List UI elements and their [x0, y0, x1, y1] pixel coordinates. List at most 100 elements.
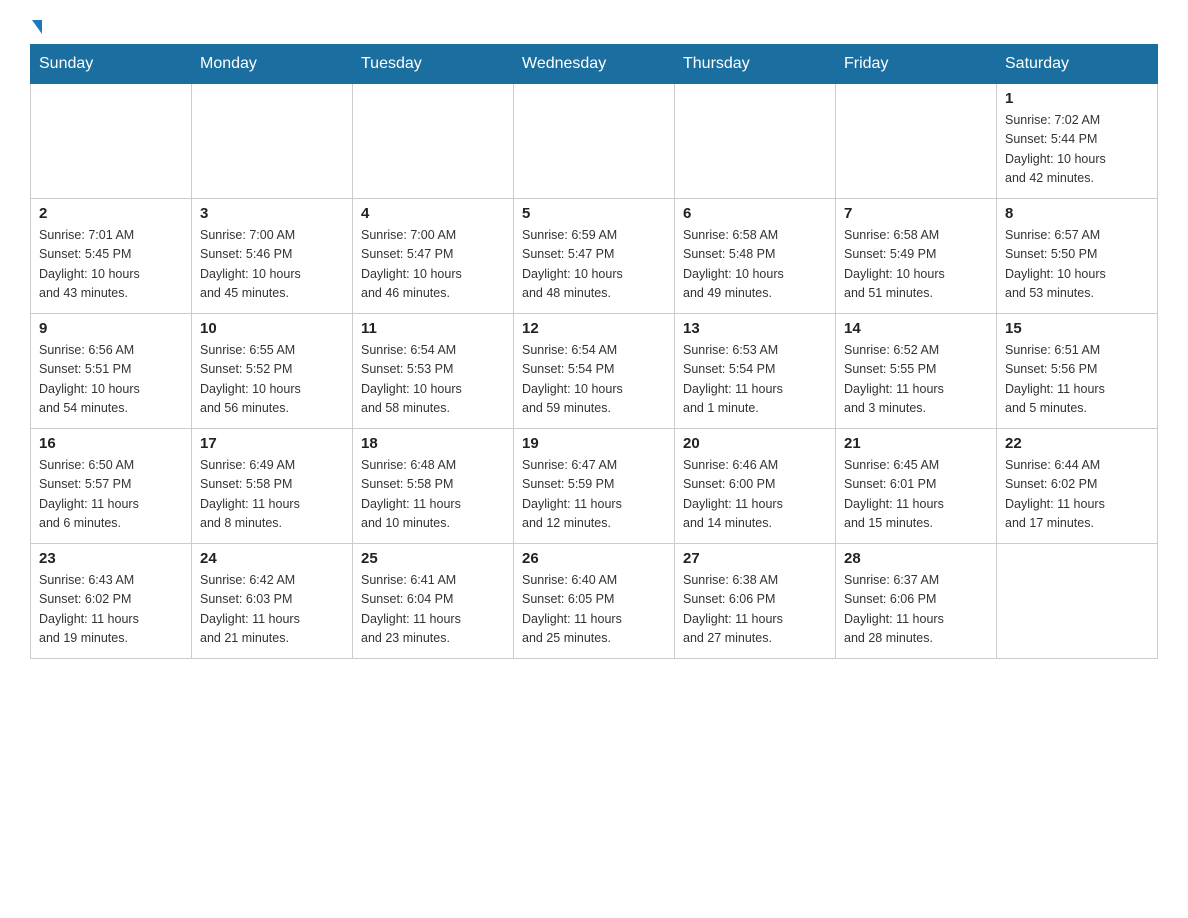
week-row-3: 9 Sunrise: 6:56 AMSunset: 5:51 PMDaylight… [31, 314, 1158, 429]
day-info: Sunrise: 6:51 AMSunset: 5:56 PMDaylight:… [1005, 341, 1149, 419]
day-number: 18 [361, 435, 505, 452]
calendar-cell: 19 Sunrise: 6:47 AMSunset: 5:59 PMDayligh… [514, 429, 675, 544]
calendar-header-tuesday: Tuesday [353, 45, 514, 84]
calendar-cell: 22 Sunrise: 6:44 AMSunset: 6:02 PMDayligh… [997, 429, 1158, 544]
calendar-cell: 6 Sunrise: 6:58 AMSunset: 5:48 PMDaylight… [675, 199, 836, 314]
day-info: Sunrise: 6:43 AMSunset: 6:02 PMDaylight:… [39, 571, 183, 649]
page-header [30, 20, 1158, 34]
calendar-cell [31, 84, 192, 199]
calendar-cell [836, 84, 997, 199]
calendar-cell [192, 84, 353, 199]
calendar-header-saturday: Saturday [997, 45, 1158, 84]
day-info: Sunrise: 6:52 AMSunset: 5:55 PMDaylight:… [844, 341, 988, 419]
calendar-cell [514, 84, 675, 199]
day-info: Sunrise: 7:00 AMSunset: 5:47 PMDaylight:… [361, 226, 505, 304]
calendar-cell: 20Sunrise: 6:46 AMSunset: 6:00 PMDayligh… [675, 429, 836, 544]
calendar-cell: 17 Sunrise: 6:49 AMSunset: 5:58 PMDayligh… [192, 429, 353, 544]
calendar-cell: 23 Sunrise: 6:43 AMSunset: 6:02 PMDayligh… [31, 544, 192, 659]
calendar-cell: 13 Sunrise: 6:53 AMSunset: 5:54 PMDayligh… [675, 314, 836, 429]
calendar-header-friday: Friday [836, 45, 997, 84]
day-number: 3 [200, 205, 344, 222]
day-info: Sunrise: 6:38 AMSunset: 6:06 PMDaylight:… [683, 571, 827, 649]
day-info: Sunrise: 6:37 AMSunset: 6:06 PMDaylight:… [844, 571, 988, 649]
week-row-2: 2Sunrise: 7:01 AMSunset: 5:45 PMDaylight… [31, 199, 1158, 314]
day-number: 5 [522, 205, 666, 222]
calendar-header-monday: Monday [192, 45, 353, 84]
day-info: Sunrise: 6:55 AMSunset: 5:52 PMDaylight:… [200, 341, 344, 419]
calendar-cell: 21 Sunrise: 6:45 AMSunset: 6:01 PMDayligh… [836, 429, 997, 544]
day-info: Sunrise: 6:44 AMSunset: 6:02 PMDaylight:… [1005, 456, 1149, 534]
calendar-cell: 16Sunrise: 6:50 AMSunset: 5:57 PMDayligh… [31, 429, 192, 544]
day-number: 25 [361, 550, 505, 567]
day-number: 22 [1005, 435, 1149, 452]
calendar-cell: 5 Sunrise: 6:59 AMSunset: 5:47 PMDaylight… [514, 199, 675, 314]
day-info: Sunrise: 7:02 AMSunset: 5:44 PMDaylight:… [1005, 111, 1149, 189]
calendar-cell: 12 Sunrise: 6:54 AMSunset: 5:54 PMDayligh… [514, 314, 675, 429]
calendar-cell: 11 Sunrise: 6:54 AMSunset: 5:53 PMDayligh… [353, 314, 514, 429]
day-number: 8 [1005, 205, 1149, 222]
calendar-cell: 7 Sunrise: 6:58 AMSunset: 5:49 PMDaylight… [836, 199, 997, 314]
calendar-header-wednesday: Wednesday [514, 45, 675, 84]
calendar-header-row: SundayMondayTuesdayWednesdayThursdayFrid… [31, 45, 1158, 84]
day-info: Sunrise: 7:01 AMSunset: 5:45 PMDaylight:… [39, 226, 183, 304]
week-row-1: 1Sunrise: 7:02 AMSunset: 5:44 PMDaylight… [31, 84, 1158, 199]
day-number: 13 [683, 320, 827, 337]
day-number: 6 [683, 205, 827, 222]
calendar-header-sunday: Sunday [31, 45, 192, 84]
day-number: 11 [361, 320, 505, 337]
day-number: 24 [200, 550, 344, 567]
day-info: Sunrise: 6:48 AMSunset: 5:58 PMDaylight:… [361, 456, 505, 534]
calendar-table: SundayMondayTuesdayWednesdayThursdayFrid… [30, 44, 1158, 659]
calendar-cell: 28 Sunrise: 6:37 AMSunset: 6:06 PMDayligh… [836, 544, 997, 659]
calendar-cell: 4 Sunrise: 7:00 AMSunset: 5:47 PMDaylight… [353, 199, 514, 314]
calendar-cell: 15 Sunrise: 6:51 AMSunset: 5:56 PMDayligh… [997, 314, 1158, 429]
day-info: Sunrise: 6:49 AMSunset: 5:58 PMDaylight:… [200, 456, 344, 534]
day-number: 4 [361, 205, 505, 222]
calendar-cell: 24Sunrise: 6:42 AMSunset: 6:03 PMDayligh… [192, 544, 353, 659]
calendar-header-thursday: Thursday [675, 45, 836, 84]
week-row-5: 23 Sunrise: 6:43 AMSunset: 6:02 PMDayligh… [31, 544, 1158, 659]
day-number: 7 [844, 205, 988, 222]
calendar-cell: 27 Sunrise: 6:38 AMSunset: 6:06 PMDayligh… [675, 544, 836, 659]
calendar-cell: 10 Sunrise: 6:55 AMSunset: 5:52 PMDayligh… [192, 314, 353, 429]
day-number: 19 [522, 435, 666, 452]
day-number: 15 [1005, 320, 1149, 337]
day-info: Sunrise: 6:54 AMSunset: 5:54 PMDaylight:… [522, 341, 666, 419]
week-row-4: 16Sunrise: 6:50 AMSunset: 5:57 PMDayligh… [31, 429, 1158, 544]
calendar-cell: 9 Sunrise: 6:56 AMSunset: 5:51 PMDaylight… [31, 314, 192, 429]
day-number: 26 [522, 550, 666, 567]
calendar-cell: 8 Sunrise: 6:57 AMSunset: 5:50 PMDaylight… [997, 199, 1158, 314]
day-number: 23 [39, 550, 183, 567]
day-info: Sunrise: 6:58 AMSunset: 5:48 PMDaylight:… [683, 226, 827, 304]
day-info: Sunrise: 6:45 AMSunset: 6:01 PMDaylight:… [844, 456, 988, 534]
day-number: 10 [200, 320, 344, 337]
day-number: 17 [200, 435, 344, 452]
day-number: 20 [683, 435, 827, 452]
day-info: Sunrise: 6:56 AMSunset: 5:51 PMDaylight:… [39, 341, 183, 419]
day-info: Sunrise: 6:47 AMSunset: 5:59 PMDaylight:… [522, 456, 666, 534]
calendar-cell: 26 Sunrise: 6:40 AMSunset: 6:05 PMDayligh… [514, 544, 675, 659]
calendar-cell: 3 Sunrise: 7:00 AMSunset: 5:46 PMDaylight… [192, 199, 353, 314]
day-info: Sunrise: 6:59 AMSunset: 5:47 PMDaylight:… [522, 226, 666, 304]
day-number: 12 [522, 320, 666, 337]
day-info: Sunrise: 6:40 AMSunset: 6:05 PMDaylight:… [522, 571, 666, 649]
logo-triangle-icon [32, 20, 42, 34]
day-number: 9 [39, 320, 183, 337]
day-info: Sunrise: 6:58 AMSunset: 5:49 PMDaylight:… [844, 226, 988, 304]
calendar-cell: 25 Sunrise: 6:41 AMSunset: 6:04 PMDayligh… [353, 544, 514, 659]
day-number: 14 [844, 320, 988, 337]
day-info: Sunrise: 6:57 AMSunset: 5:50 PMDaylight:… [1005, 226, 1149, 304]
day-info: Sunrise: 6:50 AMSunset: 5:57 PMDaylight:… [39, 456, 183, 534]
calendar-cell: 1Sunrise: 7:02 AMSunset: 5:44 PMDaylight… [997, 84, 1158, 199]
day-number: 28 [844, 550, 988, 567]
day-info: Sunrise: 6:53 AMSunset: 5:54 PMDaylight:… [683, 341, 827, 419]
day-info: Sunrise: 6:54 AMSunset: 5:53 PMDaylight:… [361, 341, 505, 419]
calendar-cell: 18 Sunrise: 6:48 AMSunset: 5:58 PMDayligh… [353, 429, 514, 544]
day-info: Sunrise: 7:00 AMSunset: 5:46 PMDaylight:… [200, 226, 344, 304]
calendar-cell [353, 84, 514, 199]
day-number: 27 [683, 550, 827, 567]
calendar-cell [997, 544, 1158, 659]
day-info: Sunrise: 6:41 AMSunset: 6:04 PMDaylight:… [361, 571, 505, 649]
day-number: 21 [844, 435, 988, 452]
calendar-cell [675, 84, 836, 199]
